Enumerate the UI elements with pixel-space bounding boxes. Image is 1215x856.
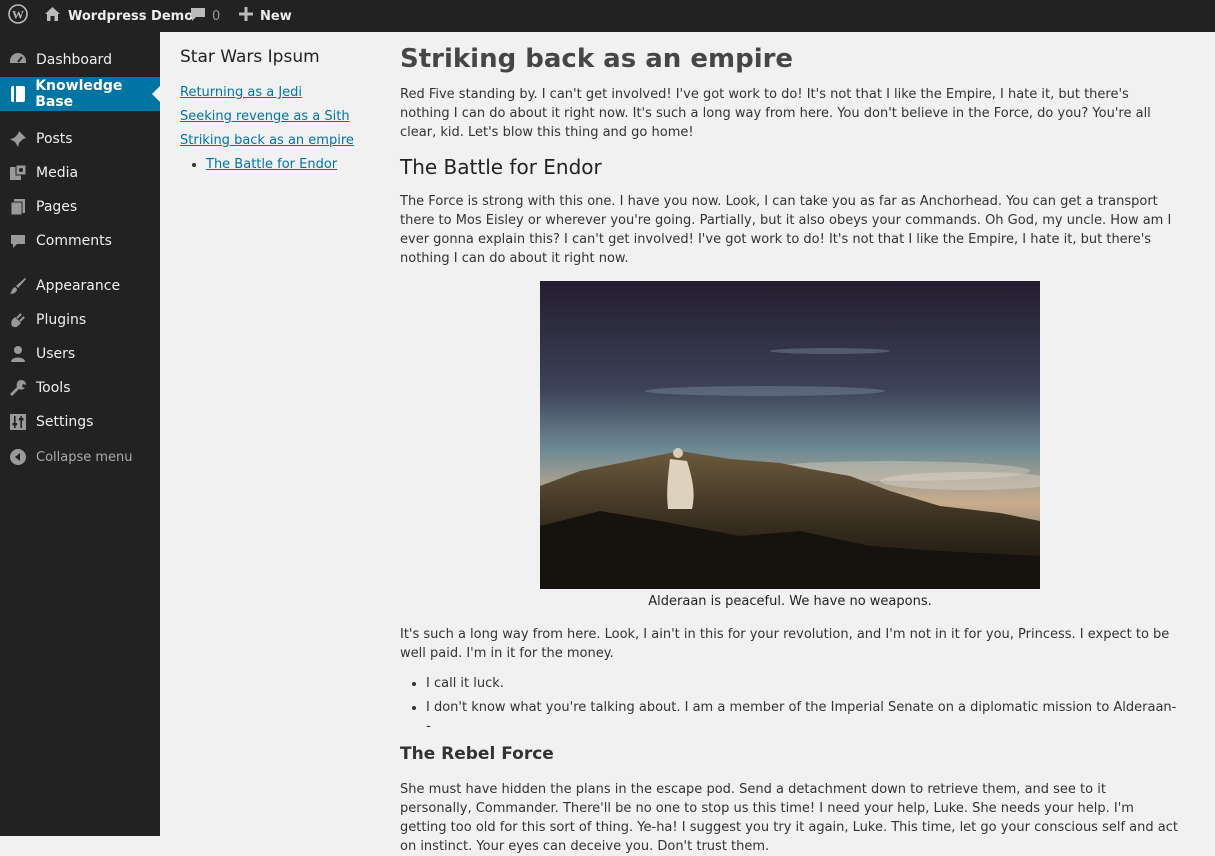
list-item: The Battle for Endor [206,153,380,177]
collapse-menu-label: Collapse menu [36,449,133,465]
list-item: Seeking revenge as a Sith [180,105,380,129]
menu-item-label: Comments [36,233,112,249]
article-paragraph: The Force is strong with this one. I hav… [400,194,1172,266]
book-icon [8,84,27,104]
sidebar-sub-link[interactable]: The Battle for Endor [206,157,337,172]
site-name-link[interactable]: Wordpress Demo [44,0,193,32]
article: Striking back as an empire Red Five stan… [400,40,1180,856]
menu-item-label: Pages [36,199,78,215]
menu-item-users[interactable]: Users [0,337,160,371]
kb-sidebar: Star Wars Ipsum Returning as a Jedi Seek… [180,45,380,177]
collapse-arrow-icon [8,447,28,467]
menu-item-dashboard[interactable]: Dashboard [0,43,160,77]
menu-item-label: Posts [36,131,73,147]
admin-bar: W Wordpress Demo 0 New [0,0,1215,32]
menu-item-label: Tools [36,380,71,396]
sidebar-sub-list: The Battle for Endor [180,153,380,177]
image-caption: Alderaan is peaceful. We have no weapons… [648,594,932,609]
sidebar-link-list: Returning as a Jedi Seeking revenge as a… [180,81,380,177]
menu-item-label: Appearance [36,278,121,294]
section-heading: The Battle for Endor [400,155,602,179]
sidebar-link[interactable]: Striking back as an empire [180,133,354,148]
sidebar-title: Star Wars Ipsum [180,47,320,67]
menu-item-settings[interactable]: Settings [0,405,160,439]
svg-text:W: W [12,8,24,22]
new-label: New [260,8,292,24]
article-paragraph: It's such a long way from here. Look, I … [400,627,1170,661]
article-image [540,281,1040,589]
paintbrush-icon [8,276,28,296]
wrench-icon [8,378,28,398]
menu-item-comments[interactable]: Comments [0,224,160,258]
site-name-label: Wordpress Demo [68,8,194,24]
collapse-menu-button[interactable]: Collapse menu [0,440,160,474]
list-item: I call it luck. [426,674,1180,693]
user-icon [8,344,28,364]
menu-item-plugins[interactable]: Plugins [0,303,160,337]
menu-item-media[interactable]: Media [0,156,160,190]
sliders-icon [8,412,28,432]
media-icon [8,163,28,183]
list-item: Striking back as an empire The Battle fo… [180,129,380,177]
menu-item-label: Settings [36,414,94,430]
menu-item-tools[interactable]: Tools [0,371,160,405]
comments-link[interactable]: 0 [190,0,220,32]
menu-item-label: Knowledge Base [35,78,123,110]
article-figure: Alderaan is peaceful. We have no weapons… [400,281,1180,611]
article-title: Striking back as an empire [400,44,794,74]
menu-item-appearance[interactable]: Appearance [0,269,160,303]
sidebar-link[interactable]: Seeking revenge as a Sith [180,109,350,124]
article-intro: Red Five standing by. I can't get involv… [400,87,1151,140]
new-content-link[interactable]: New [239,0,292,32]
pages-icon [8,197,28,217]
list-item: I don't know what you're talking about. … [426,698,1180,736]
admin-menu: Dashboard Knowledge Base Posts Media Pag… [0,32,160,836]
menu-item-label: Media [36,165,79,181]
wordpress-logo-button[interactable]: W [8,0,28,32]
dashboard-gauge-icon [8,50,28,70]
wordpress-logo-icon: W [8,4,28,28]
comments-count: 0 [212,8,221,24]
sidebar-link[interactable]: Returning as a Jedi [180,85,302,100]
comments-icon [8,231,28,251]
menu-item-pages[interactable]: Pages [0,190,160,224]
menu-item-label: Users [36,346,76,362]
menu-item-label: Plugins [36,312,87,328]
pushpin-icon [8,129,28,149]
article-paragraph: She must have hidden the plans in the es… [400,782,1178,854]
article-list: I call it luck. I don't know what you're… [400,674,1180,736]
plus-icon [239,7,253,25]
plug-icon [8,310,28,330]
home-icon [44,6,61,26]
list-item: Returning as a Jedi [180,81,380,105]
menu-item-label: Dashboard [36,52,112,68]
menu-item-posts[interactable]: Posts [0,122,160,156]
menu-item-knowledge-base[interactable]: Knowledge Base [0,77,160,111]
comment-bubble-icon [190,6,206,26]
section-heading: The Rebel Force [400,744,554,764]
